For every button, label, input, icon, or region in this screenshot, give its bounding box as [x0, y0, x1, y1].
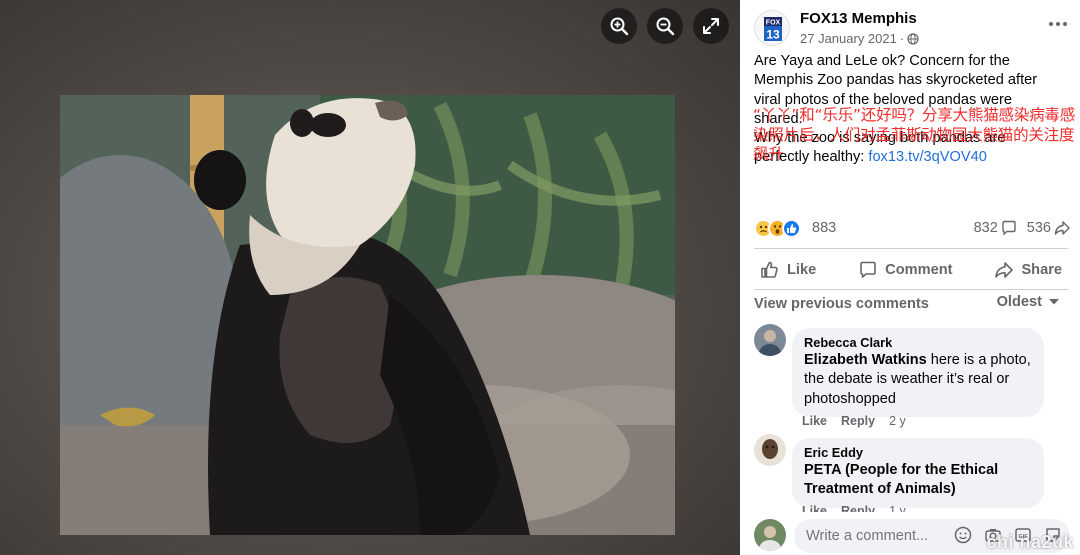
divider: [754, 248, 1068, 249]
share-button[interactable]: Share: [988, 255, 1068, 285]
avatar[interactable]: [754, 324, 786, 356]
comment-sort-dropdown[interactable]: Oldest: [997, 294, 1060, 310]
comment-item: Rebecca Clark Elizabeth Watkins here is …: [754, 324, 1070, 434]
svg-text:FOX: FOX: [766, 20, 781, 27]
comment-author[interactable]: Eric Eddy: [804, 445, 1032, 461]
globe-icon: [907, 32, 919, 45]
comment-body: PETA (People for the Ethical Treatment o…: [804, 462, 999, 498]
tagged-user[interactable]: Elizabeth Watkins: [804, 352, 927, 368]
comment-age[interactable]: 1 y: [889, 504, 906, 512]
comment-like-button[interactable]: Like: [802, 504, 827, 512]
comment-reply-button[interactable]: Reply: [841, 504, 875, 512]
divider: [754, 289, 1068, 290]
comment-label: Comment: [885, 262, 953, 278]
share-label: Share: [1021, 262, 1062, 278]
zoom-in-button[interactable]: [601, 8, 637, 44]
page-name[interactable]: FOX13 Memphis: [800, 10, 917, 27]
like-reaction-icon: [782, 219, 801, 238]
post-header: FOX 13 FOX13 Memphis 27 January 2021 ·: [754, 8, 1070, 50]
post-actions: Like Comment Share: [754, 255, 1068, 285]
current-user-avatar-icon: [754, 519, 786, 551]
fullscreen-button[interactable]: [693, 8, 729, 44]
comment-item: Eric Eddy PETA (People for the Ethical T…: [754, 434, 1070, 514]
comment-bubble: Rebecca Clark Elizabeth Watkins here is …: [792, 328, 1044, 417]
panda-photo-image: [60, 95, 675, 535]
reaction-icons[interactable]: [754, 219, 801, 238]
more-options-icon: [1049, 22, 1067, 26]
share-count-value: 536: [1026, 220, 1051, 236]
chevron-down-icon: [1049, 299, 1059, 305]
avatar[interactable]: [754, 434, 786, 466]
zoom-in-icon: [610, 17, 629, 36]
comment-count-value: 832: [973, 220, 998, 236]
post-panel: FOX 13 FOX13 Memphis 27 January 2021 · A…: [740, 0, 1080, 555]
view-previous-comments[interactable]: View previous comments: [754, 296, 929, 312]
comment-reply-button[interactable]: Reply: [841, 414, 875, 428]
fox13-logo-icon: FOX 13: [755, 11, 789, 45]
reactions-bar: 883 832 536: [754, 218, 1070, 240]
comment-icon: [860, 261, 876, 278]
share-count-icon: [1054, 221, 1070, 235]
like-button[interactable]: Like: [754, 255, 822, 285]
like-label: Like: [787, 262, 817, 278]
photo-viewer: [0, 0, 740, 555]
user-avatar-icon: [754, 324, 786, 356]
comment-bubble: Eric Eddy PETA (People for the Ethical T…: [792, 438, 1044, 508]
share-icon: [995, 262, 1014, 278]
zoom-out-button[interactable]: [647, 8, 683, 44]
svg-text:13: 13: [766, 28, 780, 42]
watermark: chi na2uk: [986, 532, 1074, 552]
comment-button[interactable]: Comment: [852, 255, 958, 285]
comment-sort-label: Oldest: [996, 294, 1042, 310]
comment-count-icon: [1002, 220, 1016, 236]
reaction-count[interactable]: 883: [812, 220, 836, 236]
share-count[interactable]: 536: [1027, 220, 1070, 236]
user-avatar-icon: [754, 434, 786, 466]
zoom-out-icon: [656, 17, 675, 36]
engagement-counts: 832 536: [974, 220, 1070, 236]
avatar[interactable]: [754, 519, 786, 551]
comment-age[interactable]: 2 y: [889, 414, 906, 428]
chinese-caption-overlay: “丫丫”和“乐乐”还好吗？分享大熊猫感染病毒感染照片后，人们对孟菲斯动物园大熊猫…: [753, 106, 1076, 163]
post-meta: 27 January 2021 ·: [800, 31, 919, 46]
thumbs-up-icon: [761, 261, 778, 278]
post-date[interactable]: 27 January 2021: [800, 31, 897, 46]
panda-photo: [60, 95, 675, 535]
post-options-button[interactable]: [1046, 14, 1070, 34]
emoji-icon[interactable]: [954, 526, 972, 544]
comment-author[interactable]: Rebecca Clark: [804, 335, 1032, 351]
fullscreen-icon: [703, 18, 719, 34]
comment-meta: Like Reply 1 y: [802, 504, 906, 512]
comment-meta: Like Reply 2 y: [802, 414, 906, 428]
meta-separator: ·: [899, 31, 905, 46]
comment-text: Elizabeth Watkins here is a photo, the d…: [804, 351, 1032, 409]
comment-like-button[interactable]: Like: [802, 414, 827, 428]
comment-count[interactable]: 832: [974, 220, 1017, 236]
page-logo[interactable]: FOX 13: [754, 10, 790, 46]
